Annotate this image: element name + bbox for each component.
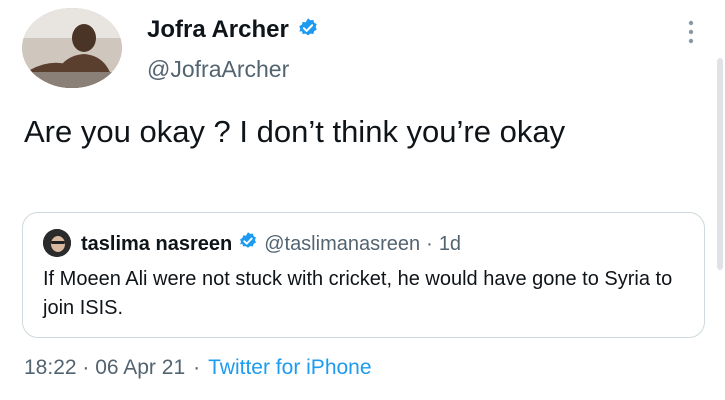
quoted-tweet-header: taslima nasreen @taslimanasreen · 1d (81, 231, 461, 257)
more-options-icon[interactable] (687, 18, 695, 46)
quoted-tweet-time[interactable]: 1d (439, 233, 461, 256)
quoted-author-avatar[interactable] (43, 229, 71, 257)
quoted-author-name[interactable]: taslima nasreen (81, 233, 232, 256)
author-name-row: Jofra Archer (147, 16, 319, 44)
tweet-meta: 18:22 · 06 Apr 21 · Twitter for iPhone (24, 356, 372, 380)
author-display-name[interactable]: Jofra Archer (147, 16, 289, 44)
quoted-author-handle[interactable]: @taslimanasreen (264, 233, 420, 256)
separator-dot: · (193, 356, 201, 379)
tweet-source-link[interactable]: Twitter for iPhone (208, 356, 371, 380)
author-handle[interactable]: @JofraArcher (147, 56, 289, 83)
author-avatar[interactable] (22, 8, 122, 88)
scrollbar[interactable] (717, 58, 723, 270)
separator-dot: · (426, 232, 433, 255)
tweet-timestamp[interactable]: 18:22 · 06 Apr 21 (24, 356, 185, 380)
verified-badge-icon (297, 17, 319, 44)
tweet-card: Jofra Archer @JofraArcher Are you okay ?… (0, 0, 725, 400)
quoted-tweet[interactable]: taslima nasreen @taslimanasreen · 1d If … (22, 212, 705, 338)
tweet-text: Are you okay ? I don’t think you’re okay (24, 114, 566, 149)
quoted-tweet-text: If Moeen Ali were not stuck with cricket… (43, 268, 673, 319)
verified-badge-icon (238, 231, 258, 257)
